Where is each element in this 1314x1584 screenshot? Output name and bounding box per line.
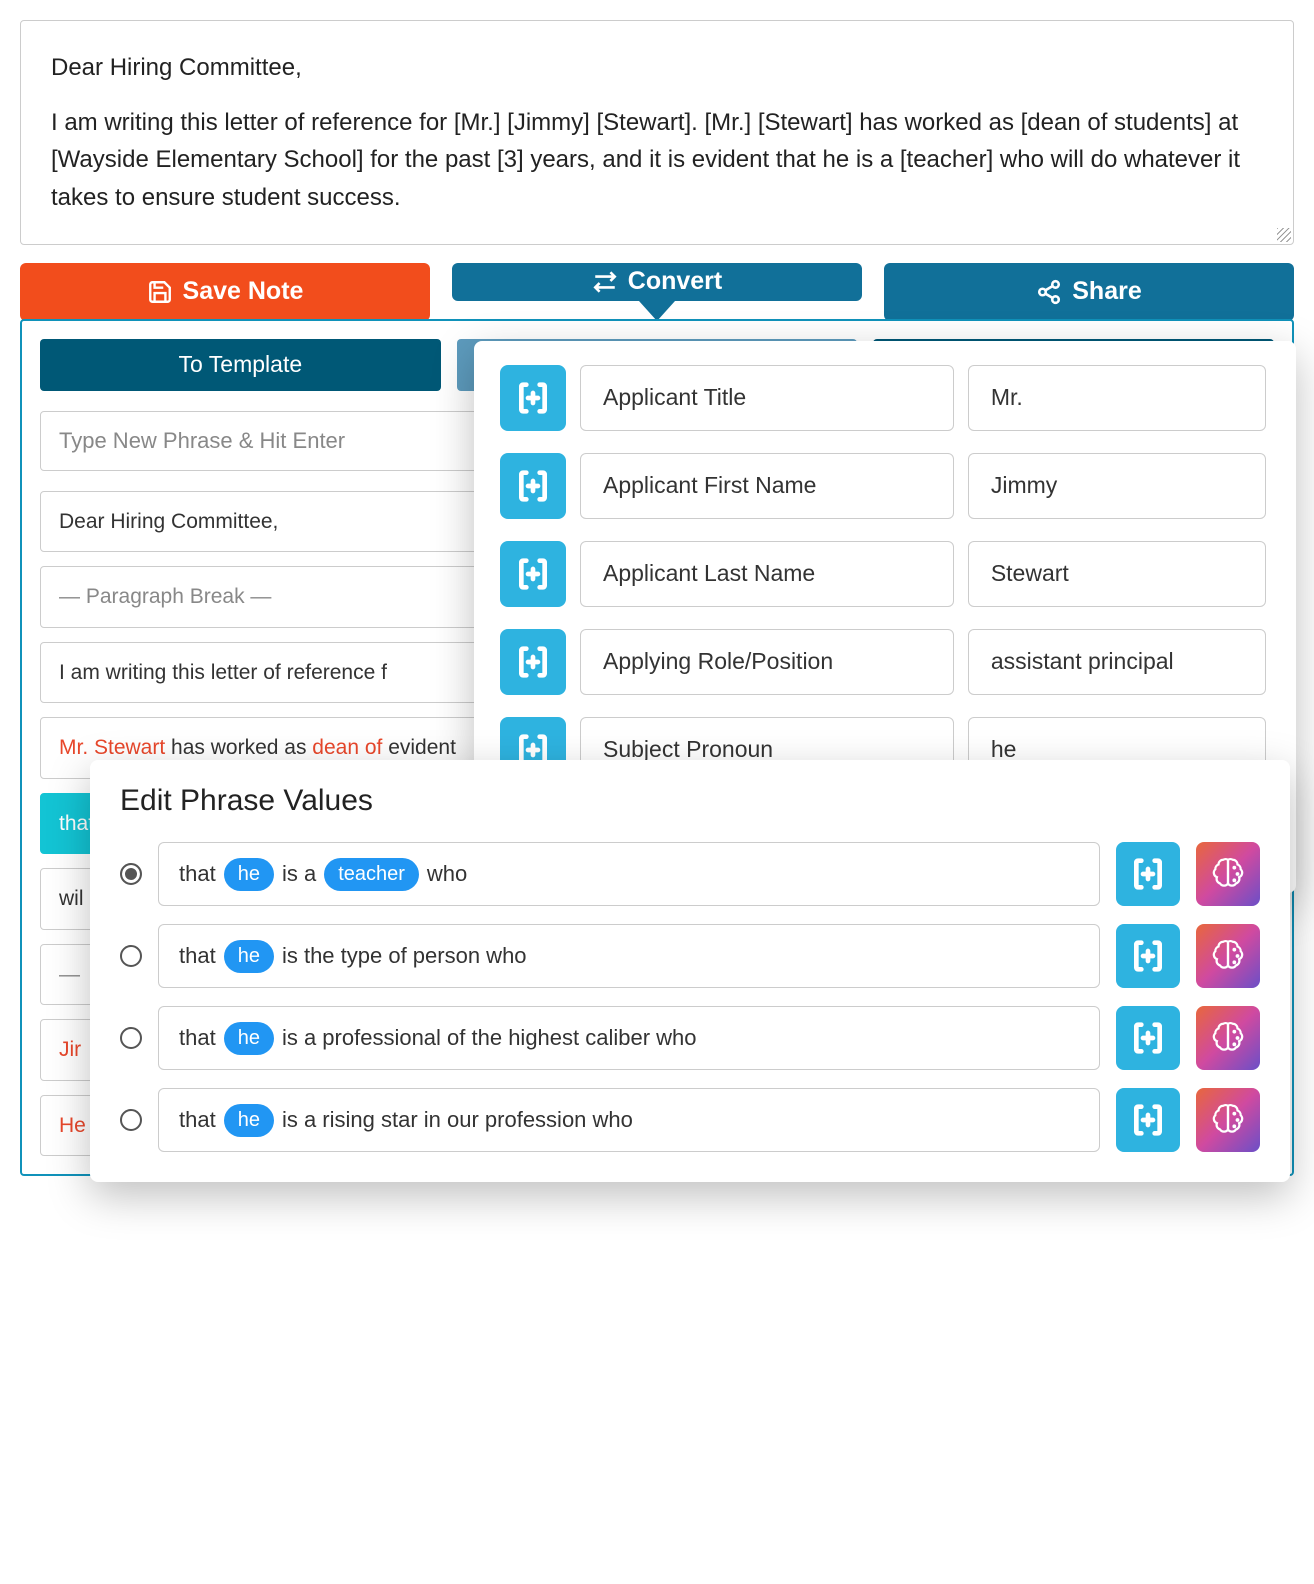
variable-label: Applicant Title (580, 365, 954, 431)
radio-button[interactable] (120, 1109, 142, 1131)
save-icon (147, 279, 173, 305)
convert-icon (592, 269, 618, 295)
phrase-value-option[interactable]: that he is a professional of the highest… (120, 1006, 1260, 1070)
save-note-button[interactable]: Save Note (20, 263, 430, 321)
ai-suggest-button[interactable] (1196, 842, 1260, 906)
variable-value[interactable]: Jimmy (968, 453, 1266, 519)
insert-variable-button[interactable] (1116, 924, 1180, 988)
phrase-value-option[interactable]: that he is a teacher who (120, 842, 1260, 906)
variable-label: Applicant First Name (580, 453, 954, 519)
variable-value[interactable]: assistant principal (968, 629, 1266, 695)
tab-to-template[interactable]: To Template (40, 339, 441, 391)
phrase-value-option[interactable]: that he is the type of person who (120, 924, 1260, 988)
variable-label: Applicant Last Name (580, 541, 954, 607)
share-icon (1036, 279, 1062, 305)
letter-body: I am writing this letter of reference fo… (51, 104, 1263, 216)
ai-suggest-button[interactable] (1196, 1006, 1260, 1070)
ai-suggest-button[interactable] (1196, 924, 1260, 988)
radio-button[interactable] (120, 863, 142, 885)
add-variable-button[interactable] (500, 629, 566, 695)
letter-editor[interactable]: Dear Hiring Committee, I am writing this… (20, 20, 1294, 245)
resize-handle[interactable] (1277, 228, 1291, 242)
share-button[interactable]: Share (884, 263, 1294, 321)
variable-row: Applicant TitleMr. (500, 365, 1266, 431)
variable-pill: he (224, 1022, 274, 1055)
variable-label: Applying Role/Position (580, 629, 954, 695)
edit-phrase-values-title: Edit Phrase Values (120, 784, 1260, 818)
insert-variable-button[interactable] (1116, 1088, 1180, 1152)
add-variable-button[interactable] (500, 453, 566, 519)
phrase-value-text: that he is the type of person who (158, 924, 1100, 988)
variable-value[interactable]: Stewart (968, 541, 1266, 607)
radio-button[interactable] (120, 945, 142, 967)
variable-pill: he (224, 940, 274, 973)
insert-variable-button[interactable] (1116, 1006, 1180, 1070)
variable-row: Applying Role/Positionassistant principa… (500, 629, 1266, 695)
radio-button[interactable] (120, 1027, 142, 1049)
add-variable-button[interactable] (500, 365, 566, 431)
action-buttons: Save Note Convert Share (20, 263, 1294, 321)
phrase-value-text: that he is a rising star in our professi… (158, 1088, 1100, 1152)
variable-value[interactable]: Mr. (968, 365, 1266, 431)
phrase-value-text: that he is a teacher who (158, 842, 1100, 906)
phrase-value-option[interactable]: that he is a rising star in our professi… (120, 1088, 1260, 1152)
convert-button[interactable]: Convert (452, 263, 862, 301)
variable-pill: he (224, 858, 274, 891)
add-variable-button[interactable] (500, 541, 566, 607)
insert-variable-button[interactable] (1116, 842, 1180, 906)
variable-row: Applicant First NameJimmy (500, 453, 1266, 519)
letter-greeting: Dear Hiring Committee, (51, 49, 1263, 86)
variable-pill: he (224, 1104, 274, 1137)
edit-phrase-values-popover: Edit Phrase Values that he is a teacher … (90, 760, 1290, 1182)
ai-suggest-button[interactable] (1196, 1088, 1260, 1152)
variable-pill: teacher (324, 858, 419, 891)
convert-indicator (639, 301, 675, 321)
phrase-value-text: that he is a professional of the highest… (158, 1006, 1100, 1070)
variable-row: Applicant Last NameStewart (500, 541, 1266, 607)
